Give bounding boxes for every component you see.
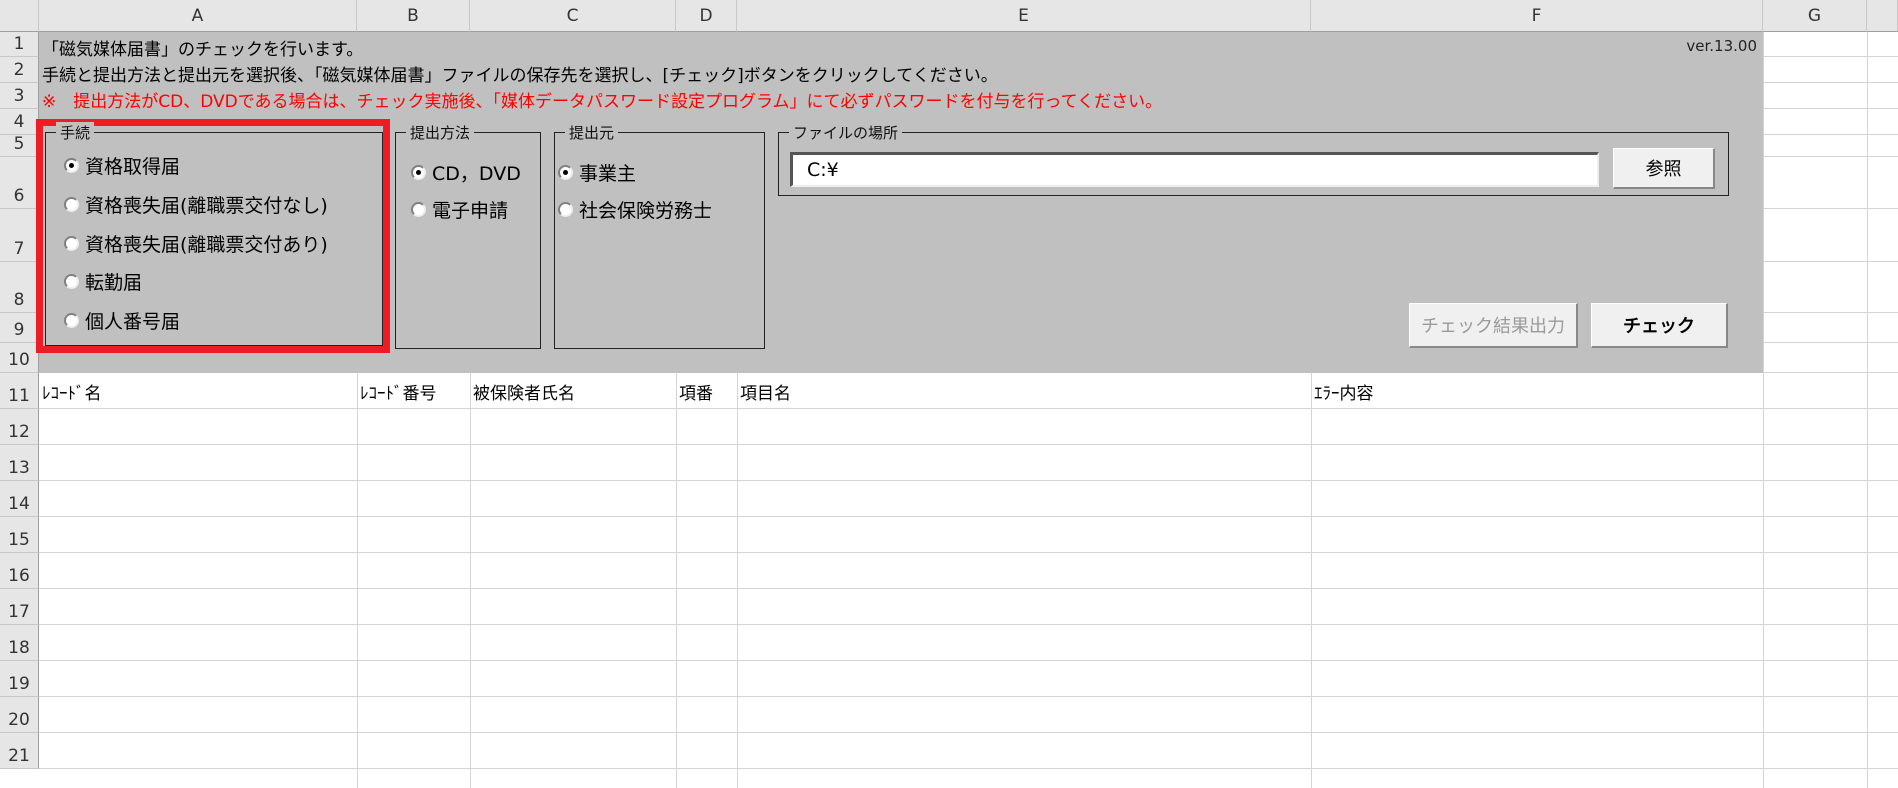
submitter-label: 提出元 bbox=[565, 122, 619, 143]
header-error-content: ｴﾗｰ内容 bbox=[1314, 383, 1374, 404]
radio-soshitsu-nashi[interactable]: 資格喪失届(離職票交付なし) bbox=[64, 191, 328, 218]
column-header-e[interactable]: E bbox=[737, 0, 1311, 32]
radio-label: 電子申請 bbox=[432, 200, 509, 222]
row-header-7[interactable]: 7 bbox=[0, 209, 39, 262]
row-header-14[interactable]: 14 bbox=[0, 481, 39, 517]
gridline bbox=[39, 696, 1898, 697]
column-header-f[interactable]: F bbox=[1311, 0, 1763, 32]
radio-label: 転勤届 bbox=[85, 272, 143, 294]
gridline bbox=[39, 624, 1898, 625]
intro-text: 「磁気媒体届書」のチェックを行います。 bbox=[42, 40, 364, 60]
radio-label: CD，DVD bbox=[432, 163, 521, 185]
radio-label: 資格喪失届(離職票交付なし) bbox=[85, 195, 328, 217]
version-label: ver.13.00 bbox=[1686, 37, 1757, 55]
radio-icon bbox=[64, 197, 79, 212]
radio-selected-icon bbox=[558, 165, 573, 180]
select-all-corner[interactable] bbox=[0, 0, 39, 32]
file-location-label: ファイルの場所 bbox=[789, 122, 903, 143]
gridline bbox=[39, 408, 1898, 409]
row-header-16[interactable]: 16 bbox=[0, 553, 39, 589]
radio-shikaku-shutoku[interactable]: 資格取得届 bbox=[64, 152, 180, 179]
radio-icon bbox=[64, 313, 79, 328]
radio-icon bbox=[64, 274, 79, 289]
column-header-a[interactable]: A bbox=[39, 0, 357, 32]
radio-icon bbox=[411, 202, 426, 217]
warning-text: ※ 提出方法がCD、DVDである場合は、チェック実施後、「媒体データパスワード設… bbox=[42, 92, 1163, 112]
file-path-input[interactable] bbox=[790, 152, 1599, 187]
row-header-5[interactable]: 5 bbox=[0, 134, 39, 157]
column-header-h[interactable] bbox=[1867, 0, 1898, 32]
radio-electronic[interactable]: 電子申請 bbox=[411, 196, 508, 223]
row-header-13[interactable]: 13 bbox=[0, 445, 39, 481]
radio-kojin-bango[interactable]: 個人番号届 bbox=[64, 307, 180, 334]
row-header-9[interactable]: 9 bbox=[0, 313, 39, 343]
row-header-11[interactable]: 11 bbox=[0, 373, 39, 409]
column-header-b[interactable]: B bbox=[357, 0, 470, 32]
row-header-19[interactable]: 19 bbox=[0, 661, 39, 697]
row-header-12[interactable]: 12 bbox=[0, 409, 39, 445]
radio-icon bbox=[558, 202, 573, 217]
gridline bbox=[39, 552, 1898, 553]
radio-soshitsu-ari[interactable]: 資格喪失届(離職票交付あり) bbox=[64, 230, 328, 257]
header-record-name: ﾚｺｰﾄﾞ名 bbox=[42, 383, 102, 404]
gridline bbox=[39, 732, 1898, 733]
header-insured-name: 被保険者氏名 bbox=[473, 383, 575, 404]
gridline bbox=[39, 444, 1898, 445]
row-header-3[interactable]: 3 bbox=[0, 83, 39, 109]
radio-label: 個人番号届 bbox=[85, 311, 181, 333]
row-header-1[interactable]: 1 bbox=[0, 32, 39, 57]
row-header-15[interactable]: 15 bbox=[0, 517, 39, 553]
radio-label: 事業主 bbox=[579, 163, 637, 185]
radio-labor-consultant[interactable]: 社会保険労務士 bbox=[558, 196, 712, 223]
row-header-20[interactable]: 20 bbox=[0, 697, 39, 733]
row-header-2[interactable]: 2 bbox=[0, 57, 39, 83]
radio-tenkin[interactable]: 転勤届 bbox=[64, 268, 142, 295]
instruction-text: 手続と提出方法と提出元を選択後、「磁気媒体届書」ファイルの保存先を選択し、[チェ… bbox=[42, 66, 998, 86]
header-item-number: 項番 bbox=[679, 383, 713, 404]
radio-selected-icon bbox=[64, 158, 79, 173]
radio-label: 資格取得届 bbox=[85, 156, 181, 178]
row-header-6[interactable]: 6 bbox=[0, 157, 39, 209]
radio-icon bbox=[64, 236, 79, 251]
gridline bbox=[39, 588, 1898, 589]
radio-label: 資格喪失届(離職票交付あり) bbox=[85, 234, 328, 256]
radio-label: 社会保険労務士 bbox=[579, 200, 713, 222]
gridline bbox=[39, 768, 1898, 769]
row-header-10[interactable]: 10 bbox=[0, 343, 39, 373]
gridline bbox=[39, 516, 1898, 517]
column-header-c[interactable]: C bbox=[470, 0, 676, 32]
output-results-button[interactable]: チェック結果出力 bbox=[1409, 303, 1578, 348]
radio-cd-dvd[interactable]: CD，DVD bbox=[411, 159, 521, 186]
gridline bbox=[39, 660, 1898, 661]
row-header-8[interactable]: 8 bbox=[0, 262, 39, 313]
column-header-g[interactable]: G bbox=[1763, 0, 1867, 32]
row-header-18[interactable]: 18 bbox=[0, 625, 39, 661]
column-header-d[interactable]: D bbox=[676, 0, 737, 32]
row-header-17[interactable]: 17 bbox=[0, 589, 39, 625]
check-button[interactable]: チェック bbox=[1591, 303, 1728, 348]
procedure-label: 手続 bbox=[56, 122, 95, 143]
row-header-21[interactable]: 21 bbox=[0, 733, 39, 769]
radio-employer[interactable]: 事業主 bbox=[558, 159, 636, 186]
browse-button[interactable]: 参照 bbox=[1613, 148, 1715, 189]
header-item-name: 項目名 bbox=[740, 383, 791, 404]
header-record-number: ﾚｺｰﾄﾞ番号 bbox=[360, 383, 437, 404]
gridline bbox=[39, 480, 1898, 481]
radio-selected-icon bbox=[411, 165, 426, 180]
row-header-4[interactable]: 4 bbox=[0, 109, 39, 135]
method-label: 提出方法 bbox=[406, 122, 475, 143]
